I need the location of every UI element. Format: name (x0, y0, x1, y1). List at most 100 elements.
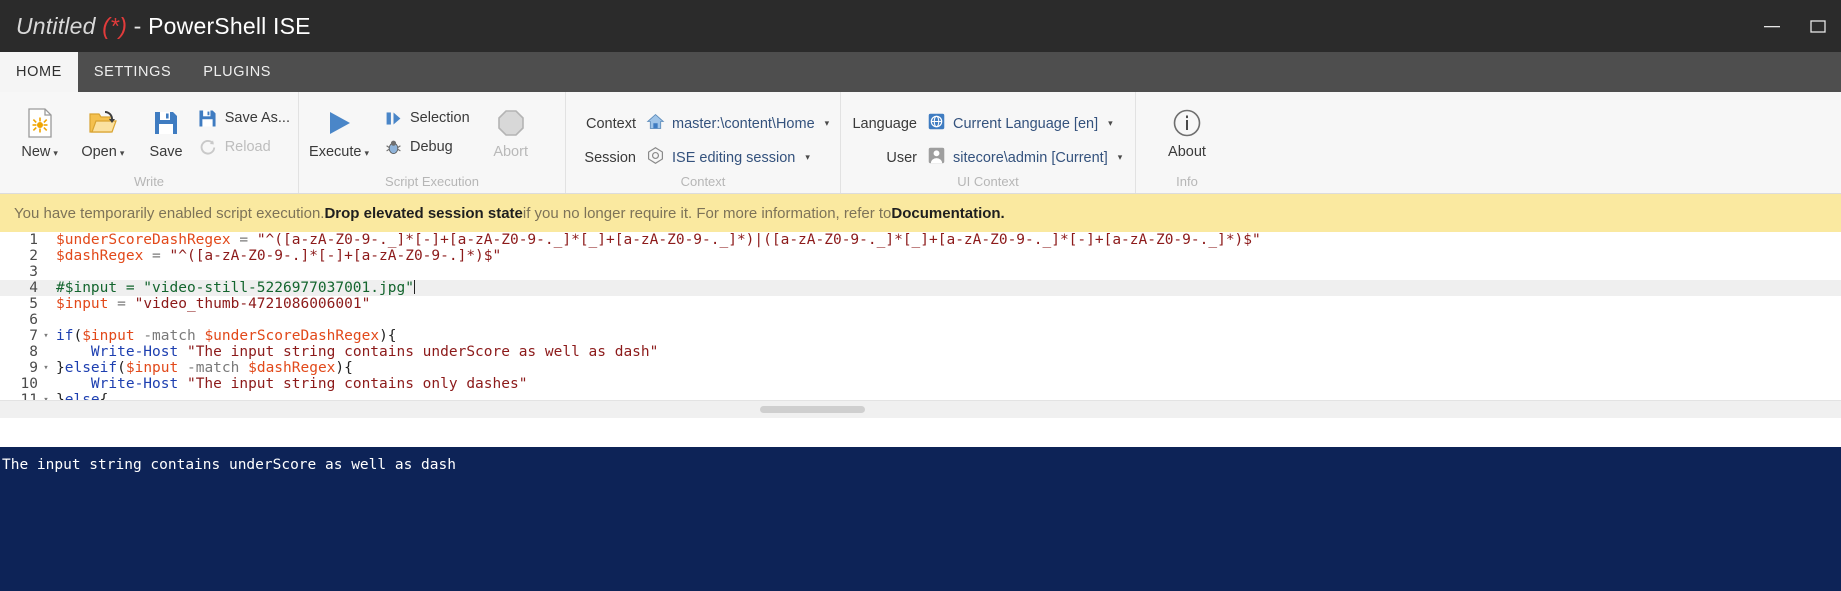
line-number: 5 (29, 296, 38, 312)
fold-toggle-icon[interactable]: ▾ (40, 331, 52, 341)
code-line[interactable]: 11 ▾}else{ (0, 392, 1841, 400)
write-small-buttons: Save As... Reload (198, 100, 290, 157)
notice-text-before: You have temporarily enabled script exec… (14, 204, 325, 222)
home-icon (646, 112, 665, 135)
maximize-icon[interactable] (1795, 0, 1841, 52)
script-editor[interactable]: 1 $underScoreDashRegex = "^([a-zA-Z0-9-._… (0, 232, 1841, 400)
code-line[interactable]: 3 (0, 264, 1841, 280)
line-number: 1 (29, 232, 38, 248)
window-title-app: PowerShell ISE (148, 12, 311, 39)
code-token: "^([a-zA-Z0-9-._]*[-]+[a-zA-Z0-9-._]*[_]… (256, 232, 1261, 248)
window-title-separator: - (127, 12, 149, 39)
chevron-down-icon[interactable]: ▾ (53, 148, 58, 158)
code-line[interactable]: 4 #$input = "video-still-5226977037001.jp… (0, 280, 1841, 296)
output-console[interactable]: The input string contains underScore as … (0, 447, 1841, 591)
context-rows: Context master:\content\Home ▾ Session I… (574, 100, 829, 169)
open-button-label: Open (81, 144, 117, 160)
ribbon-tab-strip: HOME SETTINGS PLUGINS (0, 52, 1841, 92)
line-number: 8 (29, 344, 38, 360)
scrollbar-thumb[interactable] (760, 406, 865, 413)
info-circle-icon (1172, 106, 1202, 140)
script-execution-small-buttons: Selection Debug (383, 100, 470, 157)
language-row: Language Current Language [en] ▾ (849, 112, 1122, 135)
new-button[interactable]: New ▾ (8, 100, 71, 160)
ribbon-group-ui-context: Language Current Language [en] ▾ User si… (840, 92, 1135, 193)
save-button[interactable]: Save (134, 100, 197, 160)
debug-bug-icon (383, 137, 403, 157)
open-button[interactable]: Open ▾ (71, 100, 134, 160)
language-value-button[interactable]: Current Language [en] ▾ (927, 112, 1113, 135)
code-token: if (56, 328, 74, 344)
new-document-icon (27, 106, 53, 140)
code-token: elseif (64, 360, 118, 376)
play-icon (324, 106, 354, 140)
ribbon-group-info-label: Info (1176, 174, 1198, 189)
editor-horizontal-scrollbar[interactable] (0, 400, 1841, 418)
chevron-down-icon[interactable]: ▾ (825, 118, 830, 129)
code-text: Write-Host "The input string contains un… (52, 344, 658, 360)
session-value-button[interactable]: ISE editing session ▾ (646, 146, 810, 169)
chevron-down-icon[interactable]: ▾ (120, 148, 125, 158)
code-token: "video_thumb-4721086006001" (134, 296, 371, 312)
tab-home[interactable]: HOME (0, 52, 78, 92)
code-line[interactable]: 10 Write-Host "The input string contains… (0, 376, 1841, 392)
ribbon-group-write: New ▾ Open ▾ Save Save As... Reload Writ… (0, 92, 298, 193)
save-as-label: Save As... (224, 110, 290, 126)
code-line[interactable]: 5 $input = "video_thumb-4721086006001" (0, 296, 1841, 312)
code-line[interactable]: 7 ▾ if($input -match $underScoreDashRegex)… (0, 328, 1841, 344)
drop-elevated-session-state-link[interactable]: Drop elevated session state (324, 205, 522, 222)
code-token: = (152, 248, 161, 264)
code-line[interactable]: 6 (0, 312, 1841, 328)
user-label: User (886, 149, 917, 166)
chevron-down-icon[interactable]: ▾ (1118, 152, 1123, 163)
code-line[interactable]: 1 $underScoreDashRegex = "^([a-zA-Z0-9-._… (0, 232, 1841, 248)
about-button-label: About (1168, 144, 1206, 160)
language-label: Language (852, 115, 917, 132)
window-title-dirty-marker: (*) (102, 12, 128, 39)
reload-button[interactable]: Reload (198, 137, 290, 157)
code-text: #$input = "video-still-5226977037001.jpg… (52, 280, 415, 296)
save-disk-icon (153, 106, 179, 140)
user-row: User sitecore\admin [Current] ▾ (849, 146, 1122, 169)
ribbon: New ▾ Open ▾ Save Save As... Reload Writ… (0, 92, 1841, 194)
chevron-down-icon[interactable]: ▾ (364, 148, 369, 158)
save-as-button[interactable]: Save As... (198, 108, 290, 128)
context-value-button[interactable]: master:\content\Home ▾ (646, 112, 829, 135)
user-value-button[interactable]: sitecore\admin [Current] ▾ (927, 146, 1122, 169)
documentation-link[interactable]: Documentation. (891, 205, 1004, 222)
context-value: master:\content\Home (672, 115, 815, 132)
selection-button[interactable]: Selection (383, 108, 470, 128)
code-token: $dashRegex (56, 248, 144, 264)
script-execution-notice-bar: You have temporarily enabled script exec… (0, 194, 1841, 232)
debug-button[interactable]: Debug (383, 137, 470, 157)
chevron-down-icon[interactable]: ▾ (805, 152, 810, 163)
session-row: Session ISE editing session ▾ (574, 146, 829, 169)
context-label: Context (586, 115, 636, 132)
tab-plugins[interactable]: PLUGINS (187, 52, 287, 92)
code-line[interactable]: 9 ▾}elseif($input -match $dashRegex){ (0, 360, 1841, 376)
code-token: "^([a-zA-Z0-9-.]*[-]+[a-zA-Z0-9-.]*)$" (169, 248, 502, 264)
code-line[interactable]: 8 Write-Host "The input string contains … (0, 344, 1841, 360)
execute-button[interactable]: Execute ▾ (307, 100, 371, 160)
abort-button[interactable]: Abort (480, 100, 542, 160)
window-controls (1749, 0, 1841, 52)
minimize-icon[interactable] (1749, 0, 1795, 52)
about-button[interactable]: About (1152, 100, 1222, 160)
line-number: 7 (29, 328, 38, 344)
tab-settings[interactable]: SETTINGS (78, 52, 187, 92)
chevron-down-icon[interactable]: ▾ (1108, 118, 1113, 129)
language-value: Current Language [en] (953, 115, 1099, 132)
reload-label: Reload (224, 139, 271, 155)
title-bar: Untitled (*) - PowerShell ISE (0, 0, 1841, 52)
code-token: { (99, 392, 109, 400)
fold-toggle-icon[interactable]: ▾ (40, 363, 52, 373)
ribbon-group-info: About Info (1135, 92, 1238, 193)
line-number: 11 (20, 392, 38, 400)
code-line[interactable]: 2 $dashRegex = "^([a-zA-Z0-9-.]*[-]+[a-zA… (0, 248, 1841, 264)
